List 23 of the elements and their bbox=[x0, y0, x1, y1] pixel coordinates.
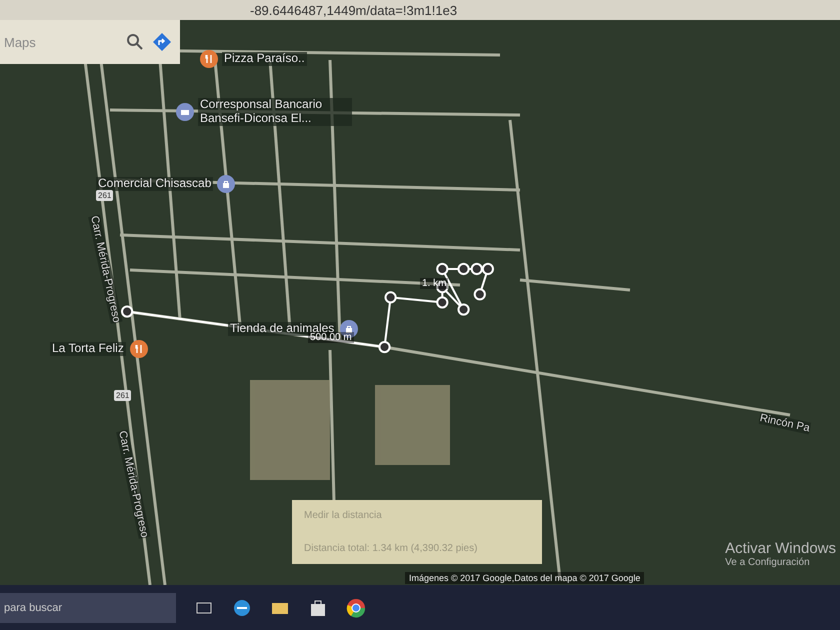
activation-subtitle: Ve a Configuración bbox=[725, 557, 811, 568]
url-text: -89.6446487,1449m/data=!3m1!1e3 bbox=[250, 2, 458, 18]
search-icon[interactable] bbox=[126, 33, 144, 51]
activation-title: Activar Windows bbox=[725, 540, 836, 557]
place-label[interactable]: La Torta Feliz bbox=[50, 342, 126, 356]
taskbar-search-field[interactable]: para buscar bbox=[0, 592, 176, 622]
road-shield: 261 bbox=[96, 190, 114, 201]
place-label[interactable]: Corresponsal Bancario Bansefi-Diconsa El... bbox=[198, 98, 352, 126]
directions-icon[interactable] bbox=[152, 32, 172, 52]
search-field[interactable]: Maps bbox=[0, 34, 118, 50]
panel-title: Medir la distancia bbox=[304, 510, 383, 521]
satellite-map[interactable] bbox=[0, 20, 840, 585]
attribution-text: Imágenes © 2017 Google,Datos del mapa © 2017 Google bbox=[405, 572, 644, 584]
search-box[interactable]: Maps bbox=[0, 20, 180, 64]
chrome-icon[interactable] bbox=[346, 598, 366, 618]
place-label[interactable]: Pizza Paraíso.. bbox=[222, 52, 307, 66]
distance-label: 1. km bbox=[420, 278, 448, 289]
place-label[interactable]: Comercial Chisascab bbox=[96, 177, 214, 191]
road-shield: 261 bbox=[114, 390, 132, 401]
total-distance: Distancia total: 1.34 km (4,390.32 pies) bbox=[304, 543, 478, 554]
browser-icon[interactable] bbox=[232, 598, 252, 618]
store-icon[interactable] bbox=[308, 598, 328, 618]
distance-label: 500.00 m bbox=[308, 332, 354, 343]
